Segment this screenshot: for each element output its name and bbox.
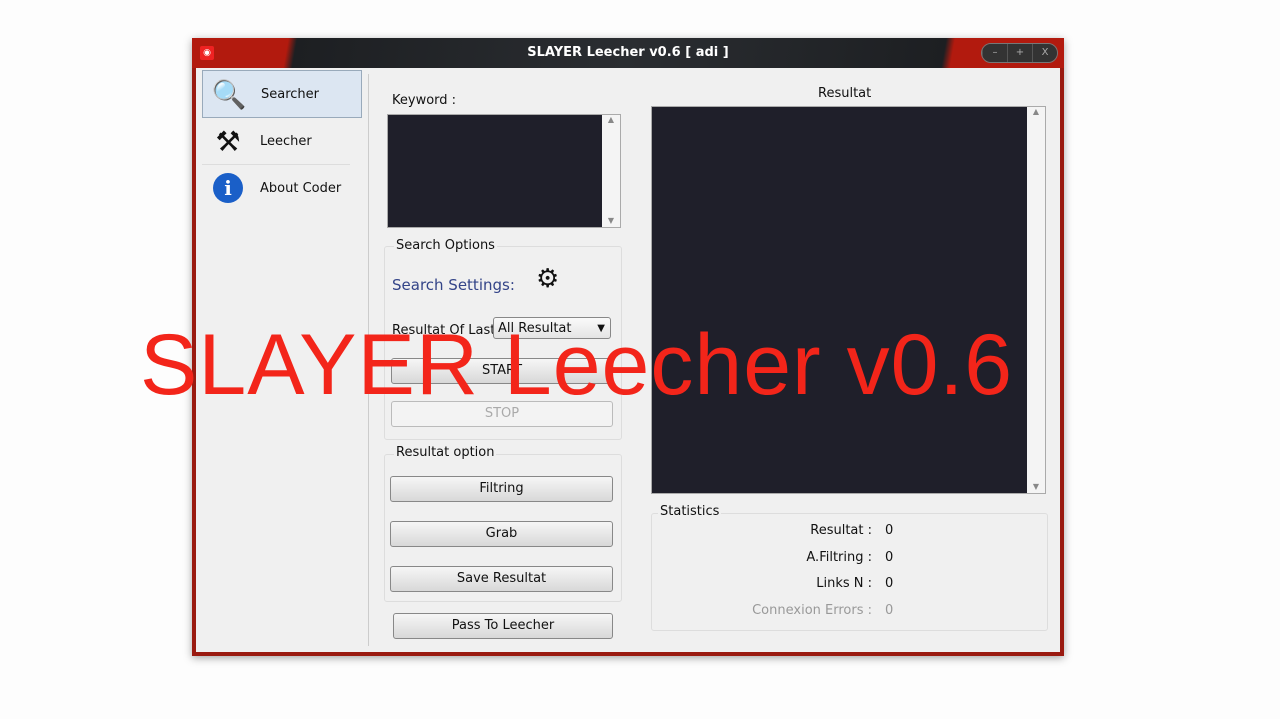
pass-to-leecher-button[interactable]: Pass To Leecher [393,613,613,639]
maximize-button[interactable]: + [1007,44,1032,62]
stat-label: Links N : [816,576,872,591]
results-textbox[interactable]: ▲ ▼ [651,106,1046,494]
info-icon: i [210,170,246,206]
sidebar-item-searcher[interactable]: 🔍 Searcher [202,70,362,118]
scrollbar[interactable]: ▲ ▼ [1027,107,1045,493]
keyword-label: Keyword : [392,93,457,108]
sidebar-item-label: About Coder [260,180,342,196]
statistics-title: Statistics [658,504,722,519]
result-option-title: Resultat option [394,445,497,460]
tools-icon: ⚒ [215,124,241,158]
stat-value: 0 [885,603,894,618]
sidebar: 🔍 Searcher ⚒ Leecher i About Coder [202,70,362,211]
search-settings-label: Search Settings: [392,276,515,294]
stat-label: A.Filtring : [806,550,872,565]
gears-icon[interactable]: ⚙ [536,264,559,294]
close-button[interactable]: X [1032,44,1057,62]
stat-value: 0 [885,576,894,591]
stat-label: Resultat : [810,523,872,538]
magnifier-icon: 🔍 [211,77,247,111]
window-title: SLAYER Leecher v0.6 [ adi ] [527,45,729,60]
save-resultat-button[interactable]: Save Resultat [390,566,613,592]
stat-value: 0 [885,550,894,565]
watermark-text: SLAYER Leecher v0.6 [140,317,1014,413]
stat-value: 0 [885,523,894,538]
search-options-title: Search Options [394,238,497,253]
results-title: Resultat [818,86,872,101]
sidebar-item-leecher[interactable]: ⚒ Leecher [202,118,350,165]
sidebar-item-label: Searcher [261,86,320,102]
minimize-button[interactable]: – [982,44,1007,62]
stat-label: Connexion Errors : [752,603,872,618]
sidebar-item-about-coder[interactable]: i About Coder [202,165,350,211]
filtring-button[interactable]: Filtring [390,476,613,502]
title-bar[interactable]: ◉ SLAYER Leecher v0.6 [ adi ] – + X [192,38,1064,68]
scrollbar[interactable]: ▲ ▼ [602,115,620,227]
sidebar-item-label: Leecher [260,133,312,149]
keyword-input[interactable]: ▲ ▼ [387,114,621,228]
grab-button[interactable]: Grab [390,521,613,547]
